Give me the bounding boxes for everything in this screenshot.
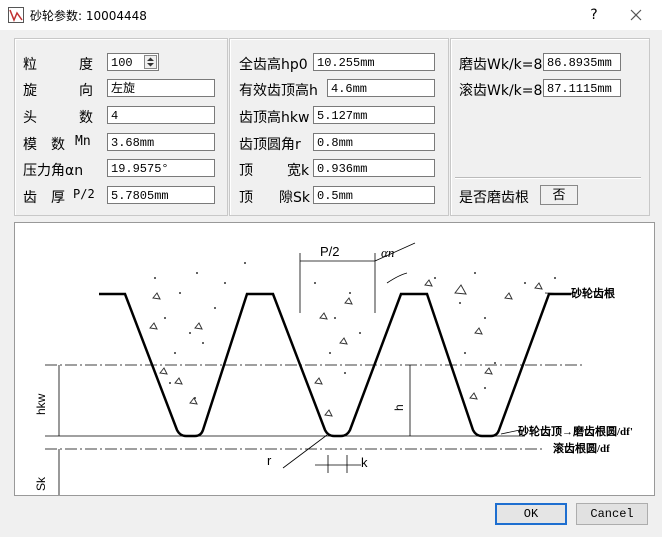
alpha-label: αn	[381, 245, 394, 260]
eff-height-label: 有效齿顶高h	[239, 83, 318, 99]
sk-label: Sk	[34, 476, 48, 491]
title-bar: 砂轮参数: 10004448 ?	[0, 0, 662, 30]
window-title: 砂轮参数: 10004448	[30, 9, 147, 23]
grit-value: 100	[111, 56, 133, 70]
rotation-label: 旋	[23, 83, 37, 99]
close-icon[interactable]	[626, 5, 646, 25]
profile-drawing: P/2 αn 砂轮齿根 砂轮齿顶→磨齿根圆/df' 滚齿根圆/df hkw Sk…	[34, 242, 633, 495]
alpha-arc	[386, 272, 408, 284]
grind-wk-label: 磨齿Wk/k=8	[459, 57, 543, 73]
grit-label: 粒	[23, 57, 37, 73]
tooth-params-panel: 全齿高hp0 10.255mm 有效齿顶高h 4.6mm 齿顶高hkw 5.12…	[229, 38, 449, 216]
p2-label: P/2	[320, 244, 340, 259]
clearance-field[interactable]: 0.5mm	[313, 186, 435, 204]
grind-root-toggle[interactable]: 否	[540, 185, 578, 205]
module-label: 模	[23, 137, 37, 153]
basic-params-panel: 粒 度 100 旋 向 左旋 头 数 4 模 数 Mn 3.68mm 压力角αn…	[14, 38, 228, 216]
clearance-label: 顶	[239, 190, 253, 206]
thickness-field[interactable]: 5.7805mm	[107, 186, 215, 204]
grit-triangles	[149, 279, 543, 417]
wheel-root-label: 砂轮齿根	[571, 286, 616, 300]
cancel-button[interactable]: Cancel	[576, 503, 648, 525]
separator	[455, 177, 641, 179]
app-icon	[8, 7, 24, 23]
ok-button[interactable]: OK	[495, 503, 567, 525]
help-button[interactable]: ?	[584, 5, 604, 25]
grind-wk-field[interactable]: 86.8935mm	[543, 53, 621, 71]
thickness-label: 齿	[23, 190, 37, 206]
tip-height-label: 齿顶高hkw	[239, 110, 310, 126]
r-leader	[282, 434, 328, 469]
tip-height-field[interactable]: 5.127mm	[313, 106, 435, 124]
starts-label: 头	[23, 110, 37, 126]
starts-field[interactable]: 4	[107, 106, 215, 124]
hob-root-label: 滚齿根圆/df	[553, 441, 610, 455]
r-label: r	[267, 453, 272, 468]
grind-root-label: 是否磨齿根	[459, 190, 529, 206]
profile-diagram: P/2 αn 砂轮齿根 砂轮齿顶→磨齿根圆/df' 滚齿根圆/df hkw Sk…	[14, 222, 655, 496]
tip-radius-label: 齿顶圆角r	[239, 137, 301, 153]
eff-height-field[interactable]: 4.6mm	[327, 79, 435, 97]
tip-radius-field[interactable]: 0.8mm	[313, 133, 435, 151]
full-height-field[interactable]: 10.255mm	[313, 53, 435, 71]
hob-wk-label: 滚齿Wk/k=8	[459, 83, 543, 99]
h-label: h	[392, 404, 406, 411]
k-label: k	[361, 455, 368, 470]
spin-updown-icon[interactable]	[144, 55, 157, 69]
tip-width-label: 顶	[239, 163, 253, 179]
grit-dots	[154, 262, 556, 399]
hkw-label: hkw	[34, 393, 48, 415]
pressure-angle-label: 压力角αn	[23, 163, 84, 179]
wheel-tip-label: 砂轮齿顶→磨齿根圆/df'	[518, 424, 633, 438]
module-field[interactable]: 3.68mm	[107, 133, 215, 151]
wk-params-panel: 磨齿Wk/k=8 86.8935mm 滚齿Wk/k=8 87.1115mm 是否…	[450, 38, 650, 216]
grit-spinbox[interactable]: 100	[107, 53, 159, 71]
rotation-field[interactable]: 左旋	[107, 79, 215, 97]
pressure-angle-field[interactable]: 19.9575°	[107, 159, 215, 177]
full-height-label: 全齿高hp0	[239, 57, 308, 73]
hob-wk-field[interactable]: 87.1115mm	[543, 79, 621, 97]
tip-width-field[interactable]: 0.936mm	[313, 159, 435, 177]
